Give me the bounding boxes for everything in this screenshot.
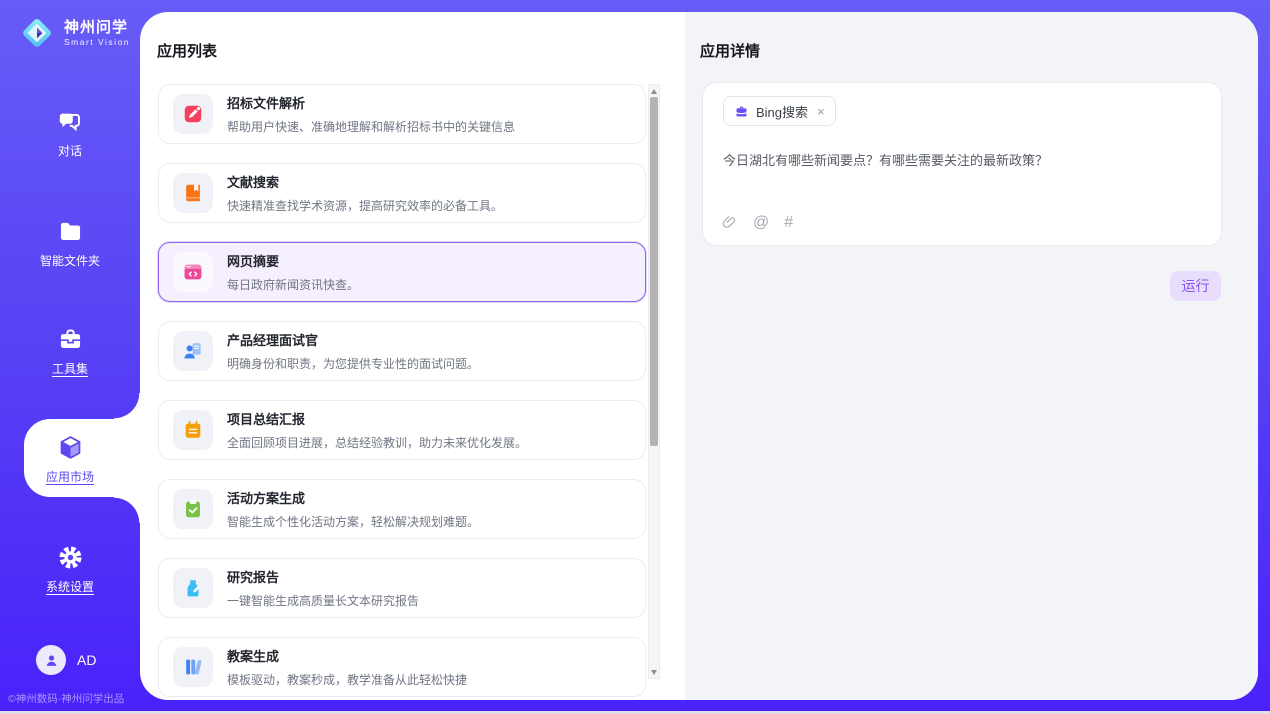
- app-card-title: 招标文件解析: [227, 93, 515, 112]
- scroll-up-arrow-icon[interactable]: [649, 85, 659, 97]
- sidebar-item-gear[interactable]: 系统设置: [0, 544, 140, 595]
- app-card[interactable]: 项目总结汇报 全面回顾项目进展，总结经验教训，助力未来优化发展。: [158, 400, 646, 460]
- composer-toolbar: @ #: [721, 214, 793, 231]
- app-card[interactable]: 招标文件解析 帮助用户快速、准确地理解和解析招标书中的关键信息: [158, 84, 646, 144]
- copyright-footer: ©神州数码·神州问学出品: [8, 691, 124, 706]
- sidebar-item-folder[interactable]: 智能文件夹: [0, 218, 140, 269]
- sidebar-item-chat[interactable]: 对话: [0, 108, 140, 159]
- close-icon[interactable]: ×: [817, 105, 825, 118]
- app-logo: 神州问学 Smart Vision: [18, 14, 130, 52]
- hash-icon[interactable]: #: [784, 215, 793, 231]
- app-card-description: 一键智能生成高质量长文本研究报告: [227, 592, 419, 609]
- scroll-down-arrow-icon[interactable]: [649, 666, 659, 678]
- toolbox-icon: [57, 326, 84, 353]
- app-card-title: 文献搜索: [227, 172, 503, 191]
- app-card[interactable]: 研究报告 一键智能生成高质量长文本研究报告: [158, 558, 646, 618]
- app-card-title: 研究报告: [227, 567, 419, 586]
- app-card-description: 每日政府新闻资讯快查。: [227, 276, 359, 293]
- app-list-title: 应用列表: [157, 40, 217, 61]
- chat-icon: [57, 108, 84, 135]
- clipboard-check-icon: [182, 498, 204, 520]
- sidebar-item-toolbox[interactable]: 工具集: [0, 326, 140, 377]
- tool-tag-bing[interactable]: Bing搜索 ×: [723, 96, 836, 126]
- logo-diamond-icon: [18, 14, 56, 52]
- paperclip-icon[interactable]: [721, 214, 738, 231]
- app-card-title: 教案生成: [227, 646, 467, 665]
- book-icon: [182, 182, 204, 204]
- sidebar-item-cube[interactable]: 应用市场: [0, 434, 140, 485]
- app-detail-panel: 应用详情 Bing搜索 × 今日湖北有哪些新闻要点？有哪些需要关注的最新政策？ …: [685, 12, 1258, 700]
- app-card-description: 快速精准查找学术资源，提高研究效率的必备工具。: [227, 197, 503, 214]
- sidebar-item-label: 应用市场: [46, 468, 94, 485]
- books-icon: [182, 656, 204, 678]
- app-card-title: 活动方案生成: [227, 488, 479, 507]
- app-card-description: 智能生成个性化活动方案，轻松解决规划难题。: [227, 513, 479, 530]
- app-card-list: 招标文件解析 帮助用户快速、准确地理解和解析招标书中的关键信息 文献搜索 快速精…: [158, 84, 646, 700]
- at-icon[interactable]: @: [753, 215, 769, 231]
- app-card[interactable]: 活动方案生成 智能生成个性化活动方案，轻松解决规划难题。: [158, 479, 646, 539]
- brand-name: 神州问学: [64, 19, 130, 36]
- app-card-title: 网页摘要: [227, 251, 359, 270]
- notepad-icon: [182, 419, 204, 441]
- sidebar-item-label: 系统设置: [46, 578, 94, 595]
- tool-tag-label: Bing搜索: [756, 102, 808, 121]
- scrollbar[interactable]: [648, 84, 660, 679]
- sidebar: 神州问学 Smart Vision 对话 智能文件夹 工具集 应用市场 系统设置…: [0, 0, 140, 714]
- sidebar-item-label: 工具集: [52, 360, 88, 377]
- pen-square-icon: [182, 103, 204, 125]
- app-card-description: 模板驱动，教案秒成，教学准备从此轻松快捷: [227, 671, 467, 688]
- avatar[interactable]: [36, 645, 66, 675]
- cube-icon: [57, 434, 84, 461]
- interviewer-icon: [182, 340, 204, 362]
- gear-icon: [57, 544, 84, 571]
- app-card-title: 项目总结汇报: [227, 409, 527, 428]
- user-icon: [43, 652, 60, 669]
- app-card[interactable]: 文献搜索 快速精准查找学术资源，提高研究效率的必备工具。: [158, 163, 646, 223]
- content-shell: 应用列表 招标文件解析 帮助用户快速、准确地理解和解析招标书中的关键信息 文献搜…: [140, 12, 1258, 700]
- app-card-description: 帮助用户快速、准确地理解和解析招标书中的关键信息: [227, 118, 515, 135]
- app-card-title: 产品经理面试官: [227, 330, 479, 349]
- user-initials: AD: [77, 652, 96, 668]
- run-button[interactable]: 运行: [1170, 271, 1221, 301]
- folder-icon: [57, 218, 84, 245]
- app-card-description: 全面回顾项目进展，总结经验教训，助力未来优化发展。: [227, 434, 527, 451]
- user-row[interactable]: AD: [36, 645, 96, 675]
- briefcase-icon: [734, 104, 749, 119]
- flask-icon: [182, 577, 204, 599]
- sidebar-item-label: 智能文件夹: [40, 252, 100, 269]
- sidebar-item-label: 对话: [58, 142, 82, 159]
- app-card[interactable]: 产品经理面试官 明确身份和职责，为您提供专业性的面试问题。: [158, 321, 646, 381]
- app-card-description: 明确身份和职责，为您提供专业性的面试问题。: [227, 355, 479, 372]
- composer-card: Bing搜索 × 今日湖北有哪些新闻要点？有哪些需要关注的最新政策？ @ #: [702, 82, 1222, 246]
- brand-tagline: Smart Vision: [64, 37, 130, 47]
- query-input[interactable]: 今日湖北有哪些新闻要点？有哪些需要关注的最新政策？: [723, 151, 1201, 171]
- app-card[interactable]: 教案生成 模板驱动，教案秒成，教学准备从此轻松快捷: [158, 637, 646, 697]
- app-card[interactable]: 网页摘要 每日政府新闻资讯快查。: [158, 242, 646, 302]
- scrollbar-thumb[interactable]: [650, 97, 658, 446]
- app-detail-title: 应用详情: [700, 40, 760, 61]
- browser-code-icon: [182, 261, 204, 283]
